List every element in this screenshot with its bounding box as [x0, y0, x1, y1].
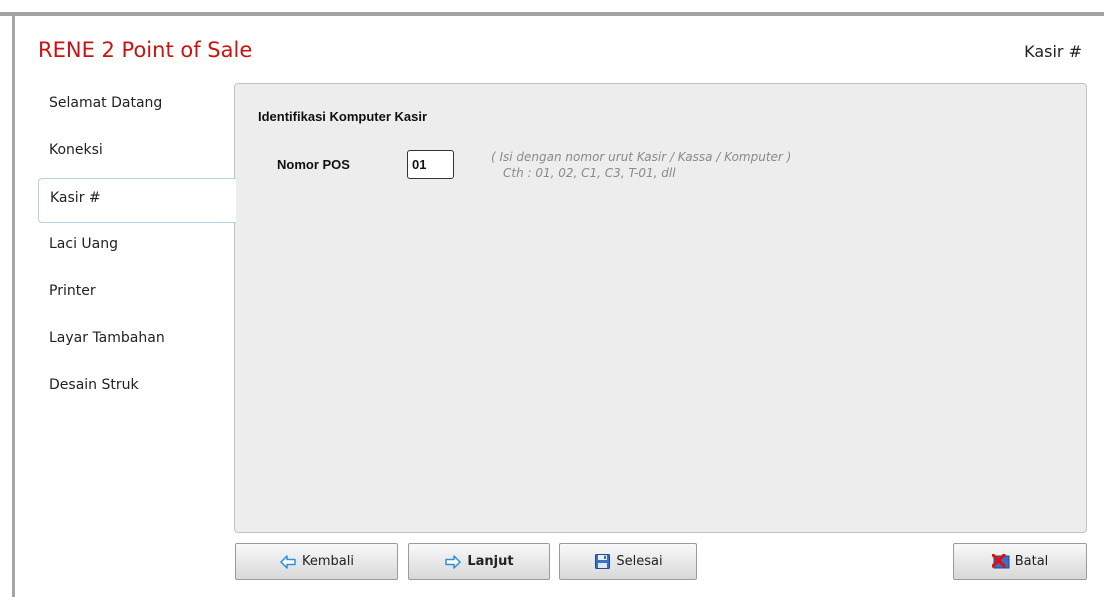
back-button-label: Kembali — [302, 554, 354, 569]
sidebar-item-layar-tambahan[interactable]: Layar Tambahan — [38, 318, 236, 365]
sidebar-item-printer[interactable]: Printer — [38, 271, 236, 318]
sidebar-nav: Selamat Datang Koneksi Kasir # Laci Uang… — [38, 83, 236, 412]
app-window: RENE 2 Point of Sale Kasir # Selamat Dat… — [0, 0, 1104, 597]
pos-hint-line1: ( Isi dengan nomor urut Kasir / Kassa / … — [491, 150, 792, 164]
sidebar-item-selamat-datang[interactable]: Selamat Datang — [38, 83, 236, 130]
sidebar-item-label: Kasir # — [50, 190, 101, 206]
next-button[interactable]: Lanjut — [408, 543, 550, 580]
window-left-border — [12, 12, 15, 597]
pos-hint: ( Isi dengan nomor urut Kasir / Kassa / … — [491, 149, 791, 181]
page-label: Kasir # — [1024, 42, 1082, 61]
cancel-button-label: Batal — [1014, 554, 1049, 569]
sidebar-item-label: Printer — [49, 283, 96, 299]
pos-number-input[interactable] — [407, 150, 454, 179]
sidebar-item-laci-uang[interactable]: Laci Uang — [38, 224, 236, 271]
sidebar-item-desain-struk[interactable]: Desain Struk — [38, 365, 236, 412]
sidebar-item-label: Layar Tambahan — [49, 330, 165, 346]
pos-hint-line2: Cth : 01, 02, C1, C3, T-01, dll — [503, 166, 676, 180]
floppy-disk-icon — [593, 554, 611, 570]
window-top-border — [0, 12, 1104, 16]
back-button[interactable]: Kembali — [235, 543, 398, 580]
cancel-button[interactable]: Batal — [953, 543, 1087, 580]
cancel-x-icon — [991, 554, 1010, 570]
content-panel: Identifikasi Komputer Kasir Nomor POS ( … — [234, 83, 1087, 533]
pos-number-label: Nomor POS — [277, 157, 350, 172]
section-title: Identifikasi Komputer Kasir — [258, 109, 428, 124]
sidebar-item-label: Desain Struk — [49, 377, 139, 393]
finish-button[interactable]: Selesai — [559, 543, 697, 580]
arrow-right-icon — [444, 554, 462, 570]
sidebar-item-koneksi[interactable]: Koneksi — [38, 130, 236, 177]
finish-button-label: Selesai — [616, 554, 663, 569]
sidebar-item-label: Selamat Datang — [49, 95, 163, 111]
sidebar-item-label: Laci Uang — [49, 236, 119, 252]
arrow-left-icon — [279, 554, 297, 570]
app-title: RENE 2 Point of Sale — [38, 38, 253, 62]
sidebar-item-kasir[interactable]: Kasir # — [38, 178, 236, 223]
next-button-label: Lanjut — [467, 554, 514, 569]
sidebar-item-label: Koneksi — [49, 142, 103, 158]
